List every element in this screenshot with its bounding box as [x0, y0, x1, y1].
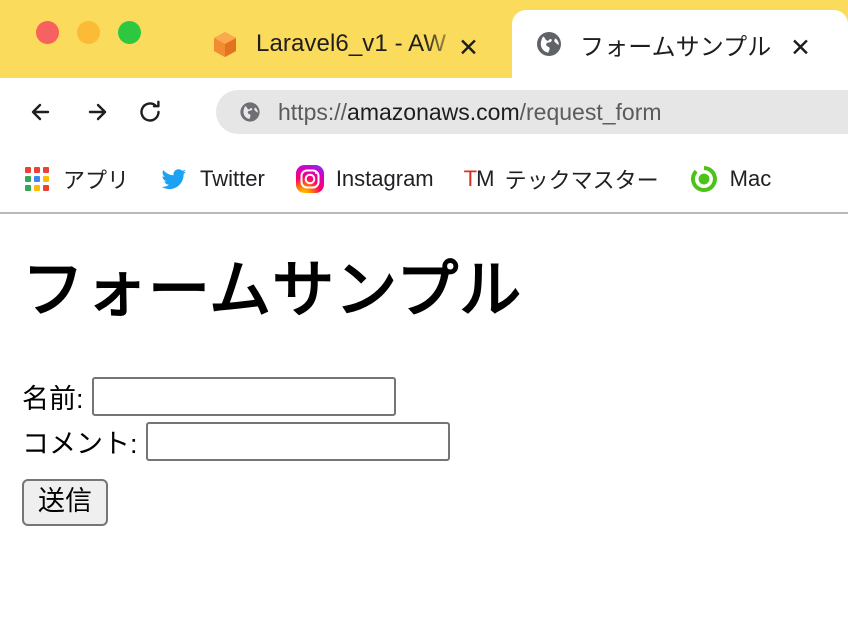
url-path: /request_form [519, 98, 662, 125]
aws-cube-icon [214, 32, 236, 57]
comment-input[interactable] [145, 422, 450, 462]
tm-icon: TM [463, 164, 495, 194]
bookmark-instagram[interactable]: Instagram [295, 164, 434, 194]
browser-window: Laravel6_v1 - AW ✕ フォームサンプル ✕ https://am… [0, 0, 848, 628]
bookmark-twitter[interactable]: Twitter [159, 164, 265, 194]
tab-form-sample[interactable]: フォームサンプル ✕ [512, 10, 848, 78]
window-close-button[interactable] [36, 21, 59, 44]
tm-icon-letter-t: T [463, 166, 477, 191]
tab-close-form-sample[interactable]: ✕ [790, 36, 811, 61]
bookmarks-separator [0, 212, 848, 214]
globe-icon [537, 32, 561, 56]
bookmark-label-instagram: Instagram [335, 166, 434, 191]
address-bar-url: https://amazonaws.com/request_form [278, 99, 662, 126]
bookmark-techmaster[interactable]: TM テックマスター [464, 163, 659, 195]
form-row-name: 名前: [22, 377, 826, 417]
comment-label: コメント: [22, 429, 138, 460]
url-host: amazonaws.com [347, 98, 520, 125]
address-bar[interactable]: https://amazonaws.com/request_form [216, 90, 848, 134]
tab-title-laravel6: Laravel6_v1 - AW [256, 30, 447, 57]
tab-close-laravel6[interactable]: ✕ [458, 36, 479, 61]
bookmarks-bar: アプリ Twitter Instagram TM テックマスター Mac [0, 146, 848, 212]
tm-icon-letter-m: M [476, 166, 494, 191]
request-form: 名前: コメント: 送信 [22, 377, 826, 527]
url-scheme: https:// [278, 98, 348, 125]
submit-button[interactable]: 送信 [22, 479, 108, 527]
forward-button[interactable] [74, 90, 118, 134]
bookmark-mac[interactable]: Mac [689, 164, 772, 194]
window-controls [36, 21, 141, 44]
window-maximize-button[interactable] [118, 21, 141, 44]
bookmark-label-techmaster: テックマスター [504, 168, 659, 193]
reload-button[interactable] [128, 90, 172, 134]
green-circle-icon [689, 164, 719, 194]
name-label: 名前: [22, 384, 84, 415]
browser-toolbar: https://amazonaws.com/request_form [0, 78, 848, 146]
bookmark-label-mac: Mac [729, 166, 772, 191]
bookmark-label-twitter: Twitter [200, 166, 265, 191]
tab-laravel6[interactable]: Laravel6_v1 - AW ✕ [196, 10, 496, 78]
tab-title-form-sample: フォームサンプル [580, 33, 772, 61]
back-button[interactable] [20, 90, 64, 134]
arrow-left-icon [31, 103, 50, 121]
window-minimize-button[interactable] [77, 21, 100, 44]
name-input[interactable] [91, 377, 396, 417]
reload-icon [140, 100, 160, 122]
page-content: フォームサンプル 名前: コメント: 送信 [0, 256, 848, 628]
tab-strip: Laravel6_v1 - AW ✕ フォームサンプル ✕ [0, 0, 848, 78]
arrow-right-icon [88, 103, 107, 121]
bookmark-apps[interactable]: アプリ [22, 163, 129, 195]
instagram-icon [295, 164, 325, 194]
bookmark-label-apps: アプリ [63, 168, 130, 193]
twitter-bird-icon [159, 164, 189, 194]
page-title: フォームサンプル [22, 256, 523, 325]
form-row-comment: コメント: [22, 422, 826, 462]
google-apps-grid-icon [22, 164, 52, 194]
globe-icon [240, 102, 260, 122]
